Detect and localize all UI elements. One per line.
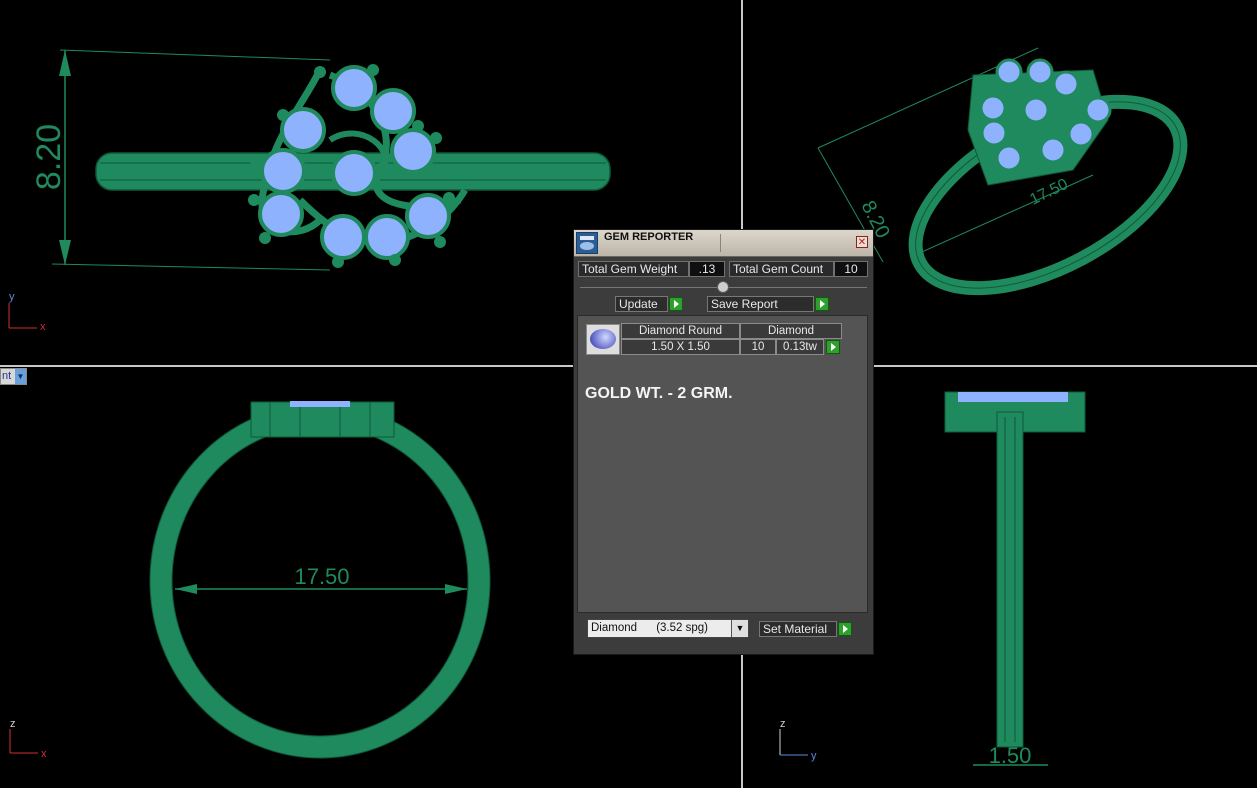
- svg-text:y: y: [9, 291, 15, 303]
- update-button[interactable]: Update: [615, 296, 668, 312]
- gem-reporter-app-icon: [576, 232, 598, 254]
- splitter-handle[interactable]: [717, 281, 729, 293]
- total-gem-weight-value: .13: [689, 261, 725, 277]
- material-select[interactable]: Diamond (3.52 spg) ▼: [587, 619, 749, 638]
- gem-reporter-titlebar[interactable]: GEM REPORTER ✕: [574, 230, 873, 257]
- diamond-gem-icon[interactable]: [586, 324, 620, 355]
- dimension-width-end: 1.50: [989, 743, 1032, 768]
- chevron-down-icon: ▼: [731, 620, 748, 637]
- save-report-play-icon[interactable]: [815, 297, 829, 311]
- chevron-down-icon: ▼: [15, 369, 26, 384]
- gem-count-cell: 10: [740, 339, 776, 355]
- gem-size-cell: 1.50 X 1.50: [621, 339, 740, 355]
- gem-reporter-title: GEM REPORTER: [604, 231, 694, 243]
- gem-row-play-icon[interactable]: [826, 340, 840, 354]
- titlebar-separator: [720, 234, 721, 252]
- total-gem-count-label: Total Gem Count: [729, 261, 834, 277]
- gem-weight-cell: 0.13tw: [776, 339, 824, 355]
- material-select-value: Diamond (3.52 spg): [591, 622, 708, 634]
- total-gem-weight-label: Total Gem Weight: [578, 261, 689, 277]
- dimension-height-front: 8.20: [30, 124, 68, 190]
- set-material-button[interactable]: Set Material: [759, 621, 837, 637]
- dimension-width-perspective: 17.50: [1027, 176, 1071, 209]
- svg-text:x: x: [40, 321, 46, 333]
- gem-reporter-panel: GEM REPORTER ✕ Total Gem Weight .13 Tota…: [573, 229, 874, 655]
- update-play-icon[interactable]: [669, 297, 683, 311]
- gem-material-cell: Diamond: [740, 323, 842, 339]
- close-icon[interactable]: ✕: [856, 236, 868, 248]
- gem-list-area: Diamond Round Diamond 1.50 X 1.50 10 0.1…: [577, 315, 868, 613]
- total-gem-count-value: 10: [834, 261, 868, 277]
- gem-shape-cell: Diamond Round: [621, 323, 740, 339]
- svg-text:z: z: [780, 718, 786, 730]
- view-menu-dropdown[interactable]: nt ▼: [0, 368, 27, 385]
- gold-weight-note: GOLD WT. - 2 GRM.: [585, 385, 733, 402]
- save-report-button[interactable]: Save Report: [707, 296, 814, 312]
- svg-text:z: z: [10, 718, 16, 730]
- svg-text:y: y: [811, 750, 817, 762]
- view-menu-text: nt: [2, 370, 12, 382]
- svg-text:x: x: [41, 748, 47, 760]
- set-material-play-icon[interactable]: [838, 622, 852, 636]
- dimension-diameter-side: 17.50: [294, 564, 349, 589]
